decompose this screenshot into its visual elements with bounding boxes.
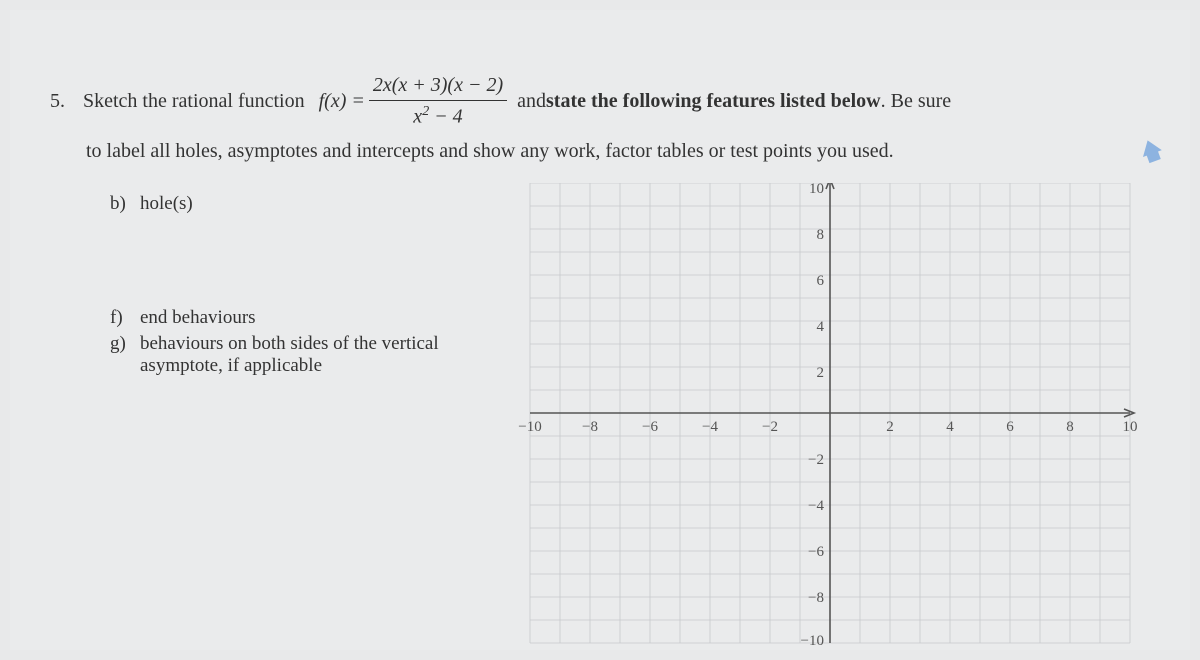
coordinate-grid: −10 −8 −6 −4 −2 2 4 6 8 10 10 8: [510, 183, 1150, 653]
function-lhs: f(x) = 2x(x + 3)(x − 2) x2 − 4: [319, 70, 512, 132]
ylabel-p6: 6: [817, 273, 825, 289]
sub-question-g: g) behaviours on both sides of the verti…: [110, 333, 490, 377]
sub-question-f: f) end behaviours: [110, 307, 490, 329]
grid-svg: −10 −8 −6 −4 −2 2 4 6 8 10 10 8: [510, 183, 1150, 653]
ylabel-n4: −4: [808, 498, 824, 514]
y-tick-labels-neg: −2 −4 −6 −8 −10: [801, 452, 825, 649]
den-base: x: [413, 106, 422, 128]
xlabel-p2: 2: [886, 419, 894, 435]
ylabel-p8: 8: [817, 227, 825, 243]
xlabel-n2: −2: [762, 419, 778, 435]
ylabel-p10: 10: [809, 183, 824, 197]
fraction: 2x(x + 3)(x − 2) x2 − 4: [369, 70, 507, 132]
numerator: 2x(x + 3)(x − 2): [369, 70, 507, 100]
xlabel-p10: 10: [1123, 419, 1138, 435]
sub-question-b: b) hole(s): [110, 193, 490, 215]
xlabel-p6: 6: [1006, 419, 1014, 435]
ylabel-n8: −8: [808, 590, 824, 606]
xlabel-n6: −6: [642, 419, 658, 435]
sub-f-label: f): [110, 307, 140, 329]
x-tick-labels: −10 −8 −6 −4 −2 2 4 6 8 10: [518, 419, 1137, 435]
text-after-1: and: [517, 86, 546, 116]
ylabel-n6: −6: [808, 544, 824, 560]
text-after-2: . Be sure: [881, 86, 952, 116]
ylabel-p2: 2: [817, 365, 825, 381]
content-area: b) hole(s) f) end behaviours g) behaviou…: [50, 183, 1150, 653]
sub-g-label: g): [110, 333, 140, 377]
xlabel-p8: 8: [1066, 419, 1074, 435]
sub-b-label: b): [110, 193, 140, 215]
text-bold: state the following features listed belo…: [546, 86, 881, 116]
graph-column: −10 −8 −6 −4 −2 2 4 6 8 10 10 8: [490, 183, 1150, 653]
xlabel-n8: −8: [582, 419, 598, 435]
xlabel-n10: −10: [518, 419, 541, 435]
y-tick-labels-pos: 10 8 6 4 2: [809, 183, 825, 381]
question-line-1: 5. Sketch the rational function f(x) = 2…: [50, 70, 1150, 132]
sub-questions-column: b) hole(s) f) end behaviours g) behaviou…: [50, 183, 490, 653]
worksheet-page: 5. Sketch the rational function f(x) = 2…: [10, 10, 1190, 650]
sub-f-text: end behaviours: [140, 307, 490, 329]
ylabel-n10: −10: [801, 633, 824, 649]
ylabel-p4: 4: [817, 319, 825, 335]
denominator: x2 − 4: [409, 101, 466, 132]
ylabel-n2: −2: [808, 452, 824, 468]
question-text-before: Sketch the rational function: [83, 86, 305, 116]
xlabel-p4: 4: [946, 419, 954, 435]
xlabel-n4: −4: [702, 419, 718, 435]
den-rest: − 4: [429, 106, 463, 128]
gap-spacer: [110, 219, 490, 307]
sub-b-text: hole(s): [140, 193, 490, 215]
question-number: 5.: [50, 86, 65, 116]
sub-g-text: behaviours on both sides of the vertical…: [140, 333, 490, 377]
question-line-2: to label all holes, asymptotes and inter…: [86, 140, 1150, 163]
fn-lhs-text: f(x) =: [319, 86, 365, 116]
